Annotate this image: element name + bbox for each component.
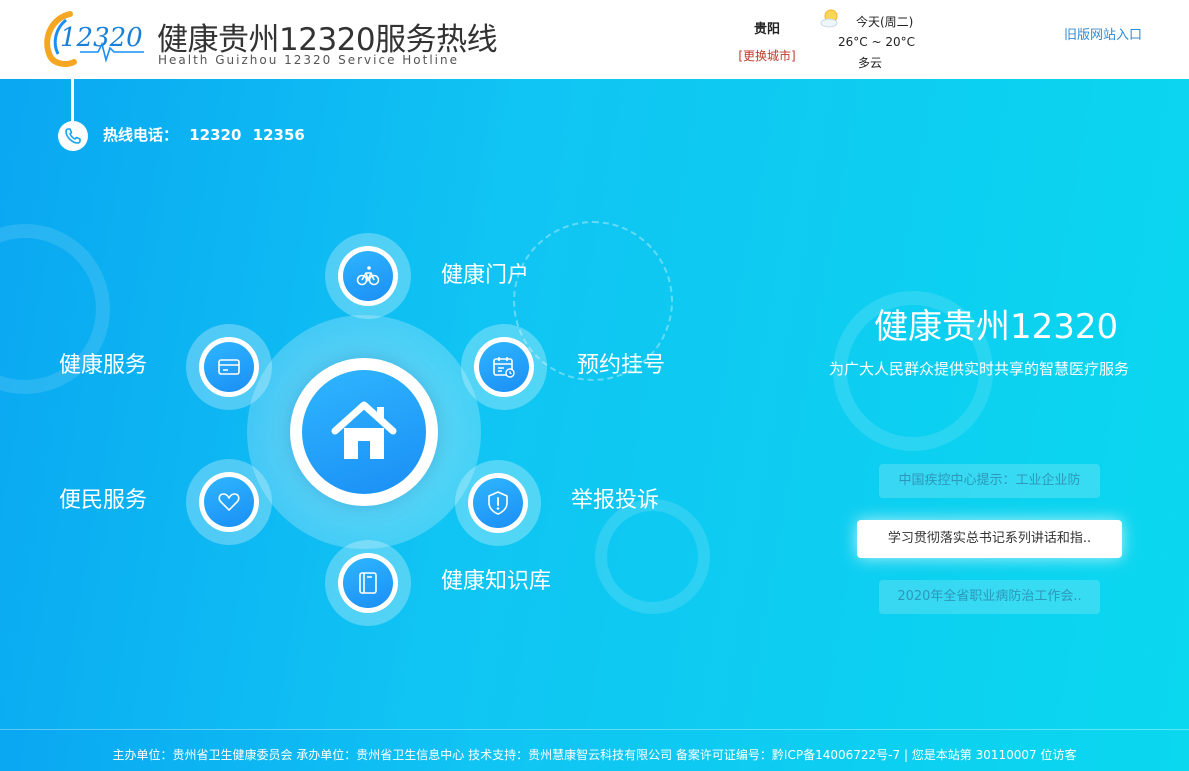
- card-icon: [218, 359, 240, 375]
- brand-slogan: 为广大人民群众提供实时共享的智慧医疗服务: [829, 360, 1130, 378]
- service-label-convenience[interactable]: 便民服务: [59, 482, 147, 514]
- weather-description: 多云: [858, 56, 883, 70]
- service-node-portal[interactable]: [325, 233, 411, 319]
- footer-info: 主办单位：贵州省卫生健康委员会 承办单位：贵州省卫生信息中心 技术支持：贵州慧康…: [112, 748, 1077, 762]
- weather-temperature: 26°C ~ 20°C: [838, 35, 915, 49]
- service-label-appointment[interactable]: 预约挂号: [577, 347, 665, 379]
- notice-item[interactable]: 中国疾控中心提示：工业企业防: [879, 464, 1100, 498]
- svg-text:12320: 12320: [60, 23, 143, 53]
- footer: 主办单位：贵州省卫生健康委员会 承办单位：贵州省卫生信息中心 技术支持：贵州慧康…: [0, 729, 1189, 771]
- phone-icon: [58, 121, 88, 151]
- logo-12320[interactable]: 12320: [40, 8, 148, 70]
- hotline-number-2: 12356: [252, 126, 305, 144]
- hotline-connector: [71, 79, 74, 123]
- service-node-health-service[interactable]: [186, 324, 272, 410]
- decor-ring-bottom: [595, 499, 710, 614]
- sun-cloud-icon: [820, 8, 842, 28]
- calendar-icon: [493, 357, 515, 378]
- hotline-label: 热线电话：: [103, 126, 179, 144]
- home-button[interactable]: [302, 370, 426, 494]
- city-selector: 贵阳 [更换城市]: [737, 18, 797, 64]
- service-node-appointment[interactable]: [461, 324, 547, 410]
- service-node-complaint[interactable]: [455, 460, 541, 546]
- header: 12320 健康贵州12320服务热线 Health Guizhou 12320…: [0, 0, 1189, 79]
- service-node-knowledge[interactable]: [325, 540, 411, 626]
- site-subtitle: Health Guizhou 12320 Service Hotline: [158, 53, 460, 67]
- book-icon: [359, 572, 377, 594]
- service-label-knowledge[interactable]: 健康知识库: [441, 563, 551, 595]
- brand-title: 健康贵州12320: [874, 307, 1119, 347]
- notice-item[interactable]: 2020年全省职业病防治工作会..: [879, 580, 1100, 614]
- service-label-health-service[interactable]: 健康服务: [59, 347, 147, 379]
- city-name: 贵阳: [753, 22, 780, 37]
- home-icon: [331, 401, 397, 459]
- bicycle-icon: [356, 266, 380, 286]
- service-label-portal[interactable]: 健康门户: [441, 257, 529, 289]
- heart-icon: [218, 493, 240, 511]
- service-label-complaint[interactable]: 举报投诉: [571, 482, 659, 514]
- shield-alert-icon: [488, 491, 508, 515]
- service-node-convenience[interactable]: [186, 459, 272, 545]
- notice-item-active[interactable]: 学习贯彻落实总书记系列讲话和指..: [857, 520, 1122, 558]
- hotline-number-1: 12320: [189, 126, 242, 144]
- hotline-numbers: 热线电话： 12320 12356: [103, 124, 311, 145]
- main-banner: 热线电话： 12320 12356 健康门户 预约挂号 举报投诉 健康知识库 便…: [0, 79, 1189, 729]
- old-site-link[interactable]: 旧版网站入口: [1064, 24, 1142, 43]
- change-city-link[interactable]: [更换城市]: [737, 47, 797, 64]
- weather-day: 今天(周二): [856, 15, 914, 29]
